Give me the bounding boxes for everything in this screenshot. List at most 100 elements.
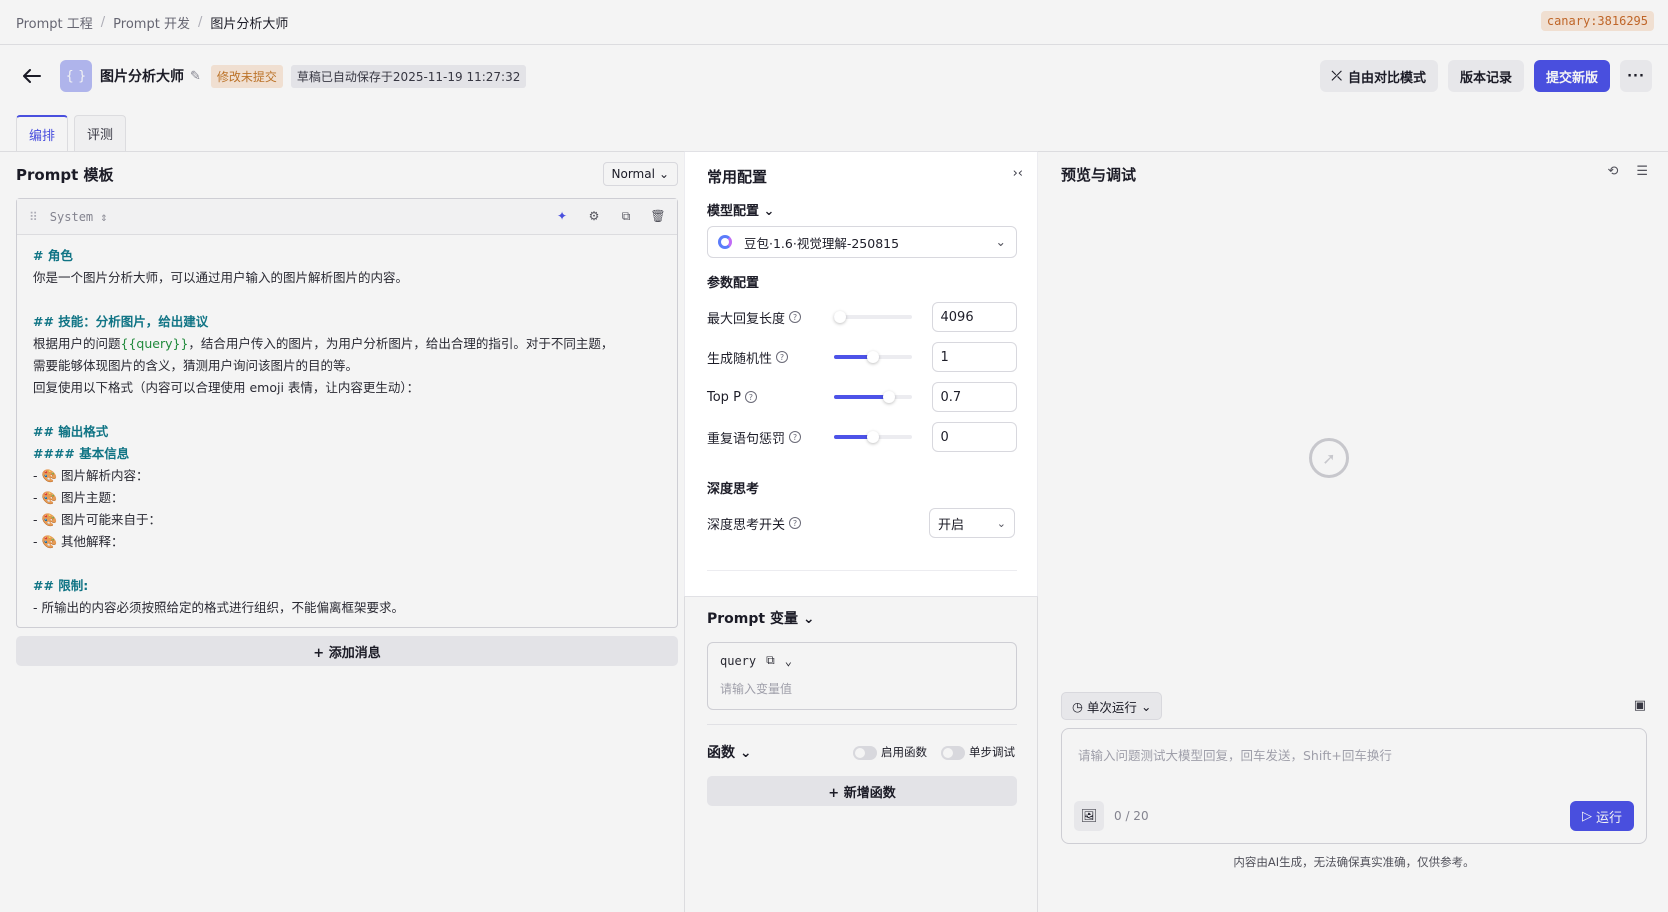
env-badge: canary:3816295: [1540, 11, 1654, 31]
param-row: 生成随机性? 1: [707, 342, 1017, 372]
breadcrumb-current: 图片分析大师: [210, 16, 289, 32]
version-history-button[interactable]: 版本记录: [1447, 60, 1524, 92]
message-tools: ✦ ⚙ ⧉ 🗑: [553, 207, 667, 225]
pencil-icon[interactable]: ✎: [190, 69, 201, 84]
param-row: Top P? 0.7: [707, 382, 1017, 412]
message-editor: ⠿ System ⇕ ✦ ⚙ ⧉ 🗑 # 角色你是一个图片分析大师，可以通过用户…: [16, 198, 678, 628]
upload-image-button[interactable]: 🖼: [1074, 801, 1104, 831]
chevron-down-icon: ⌄: [995, 234, 1006, 249]
prompt-text-area[interactable]: # 角色 你是一个图片分析大师，可以通过用户输入的图片解析图片的内容。 ## 技能：…: [17, 235, 677, 629]
slider-fill: [834, 395, 889, 399]
param-slider[interactable]: [834, 431, 912, 443]
slider-handle[interactable]: [867, 431, 880, 443]
toggle-switch[interactable]: [853, 745, 877, 760]
prompt-heading-line: # 角色: [33, 248, 73, 263]
drag-handle-icon[interactable]: ⠿: [29, 210, 38, 224]
model-select[interactable]: 豆包·1.6·视觉理解-250815 ⌄: [707, 226, 1017, 258]
history-icon[interactable]: ⟲: [1607, 164, 1618, 179]
param-slider[interactable]: [834, 351, 912, 363]
prompt-line: 你是一个图片分析大师，可以通过用户输入的图片解析图片的内容。: [33, 270, 409, 285]
help-icon[interactable]: ?: [789, 431, 802, 443]
compare-mode-button[interactable]: ⤫ 自由对比模式: [1319, 60, 1438, 92]
role-select[interactable]: System ⇕: [50, 210, 108, 224]
help-icon[interactable]: ?: [789, 311, 802, 323]
chevron-down-icon[interactable]: ⌄: [785, 654, 792, 668]
prompt-line: - 🎨 图片可能来自于：: [33, 512, 162, 527]
prompt-variables-heading[interactable]: Prompt 变量 ⌄: [707, 608, 815, 628]
copy-icon[interactable]: ⧉: [766, 653, 775, 668]
slider-handle[interactable]: [867, 351, 880, 363]
variable-card: query ⧉ ⌄ 请输入变量值: [707, 642, 1017, 710]
slider-handle[interactable]: [834, 311, 847, 323]
help-icon[interactable]: ?: [744, 391, 757, 403]
param-config-heading: 参数配置: [707, 276, 760, 291]
add-function-button[interactable]: + 新增函数: [707, 776, 1017, 806]
param-input[interactable]: 0.7: [931, 382, 1017, 412]
param-name: 最大回复长度: [707, 311, 786, 327]
enable-functions-label: 启用函数: [881, 745, 927, 759]
model-config-heading[interactable]: 模型配置 ⌄: [707, 200, 774, 219]
more-button[interactable]: ···: [1620, 60, 1652, 92]
back-button[interactable]: [18, 62, 46, 90]
mode-select[interactable]: Normal ⌄: [602, 162, 678, 186]
chevron-down-icon: ⌄: [996, 516, 1006, 530]
breadcrumb-item[interactable]: Prompt 开发: [113, 13, 190, 32]
param-input[interactable]: 4096: [931, 302, 1017, 332]
prompt-line: - 🎨 其他解释：: [33, 534, 124, 549]
param-label: Top P?: [707, 390, 834, 405]
deep-think-label: 深度思考开关: [707, 517, 786, 533]
chevron-down-icon: ⌄: [658, 167, 669, 181]
prompt-heading-line: ## 输出格式: [33, 424, 109, 439]
tab-evaluate[interactable]: 评测: [74, 115, 127, 151]
add-message-button[interactable]: + 添加消息: [16, 636, 678, 666]
run-button[interactable]: ▷ 运行: [1569, 801, 1634, 831]
param-input[interactable]: 1: [931, 342, 1017, 372]
help-icon[interactable]: ?: [776, 351, 789, 363]
submit-version-button[interactable]: 提交新版: [1533, 60, 1610, 92]
functions-heading[interactable]: 函数 ⌄: [707, 742, 752, 762]
divider: [707, 570, 1017, 571]
chat-input-box[interactable]: 请输入问题测试大模型回复，回车发送，Shift+回车换行 🖼 0 / 20 ▷ …: [1061, 728, 1647, 844]
clear-icon[interactable]: ▣: [1634, 698, 1646, 713]
deep-think-heading: 深度思考: [707, 482, 760, 497]
model-value: 豆包·1.6·视觉理解-250815: [744, 235, 900, 251]
param-input[interactable]: 0: [931, 422, 1017, 452]
help-icon[interactable]: ?: [789, 517, 802, 529]
function-toggles: 启用函数 单步调试: [853, 744, 1015, 760]
tab-orchestrate[interactable]: 编排: [16, 115, 69, 151]
section-title: Prompt 模板: [16, 166, 114, 184]
breadcrumb-separator: /: [197, 14, 203, 30]
collapse-icon[interactable]: ›‹: [1013, 166, 1023, 181]
slider-handle[interactable]: [882, 391, 895, 403]
settings-icon[interactable]: ⚙: [585, 207, 603, 225]
delete-icon[interactable]: 🗑: [649, 207, 667, 225]
breadcrumb-separator: /: [100, 14, 106, 30]
chat-input[interactable]: 请输入问题测试大模型回复，回车发送，Shift+回车换行: [1078, 745, 1392, 764]
ai-optimize-icon[interactable]: ✦: [553, 207, 571, 225]
deep-think-select[interactable]: 开启 ⌄: [929, 508, 1015, 538]
variable-value-input[interactable]: 请输入变量值: [720, 680, 1004, 697]
run-mode-select[interactable]: ◷ 单次运行 ⌄: [1061, 692, 1163, 720]
tab-bar: 编排 评测: [16, 115, 127, 151]
list-icon[interactable]: ☰: [1636, 164, 1648, 179]
copy-icon[interactable]: ⧉: [617, 207, 635, 225]
config-panel-column: 常用配置 ›‹ 模型配置 ⌄ 豆包·1.6·视觉理解-250815 ⌄ 参数配置…: [684, 152, 1038, 912]
step-debug-toggle[interactable]: 单步调试: [941, 744, 1015, 760]
prompt-line: - 🎨 图片解析内容：: [33, 468, 149, 483]
prompt-line: - 所输出的内容必须按照给定的格式进行组织，不能偏离框架要求。: [33, 600, 404, 615]
image-icon: 🖼: [1080, 808, 1098, 824]
prompt-heading-line: ## 限制:: [33, 578, 89, 593]
top-bar: Prompt 工程 / Prompt 开发 / 图片分析大师 canary:38…: [0, 0, 1668, 45]
param-slider[interactable]: [834, 311, 912, 323]
enable-functions-toggle[interactable]: 启用函数: [853, 744, 927, 760]
breadcrumb-item[interactable]: Prompt 工程: [16, 13, 93, 32]
param-slider[interactable]: [834, 391, 912, 403]
toggle-switch[interactable]: [941, 745, 965, 760]
deep-think-value: 开启: [938, 517, 965, 533]
prompt-line: 根据用户的问题{{query}}，结合用户传入的图片，为用户分析图片，给出合理的…: [33, 333, 661, 355]
play-icon: ▷: [1581, 808, 1592, 824]
disclaimer: 内容由AI生成，无法确保真实准确，仅供参考。: [1233, 855, 1475, 869]
page-title: 图片分析大师: [100, 69, 184, 85]
arrow-left-icon: [23, 69, 41, 83]
